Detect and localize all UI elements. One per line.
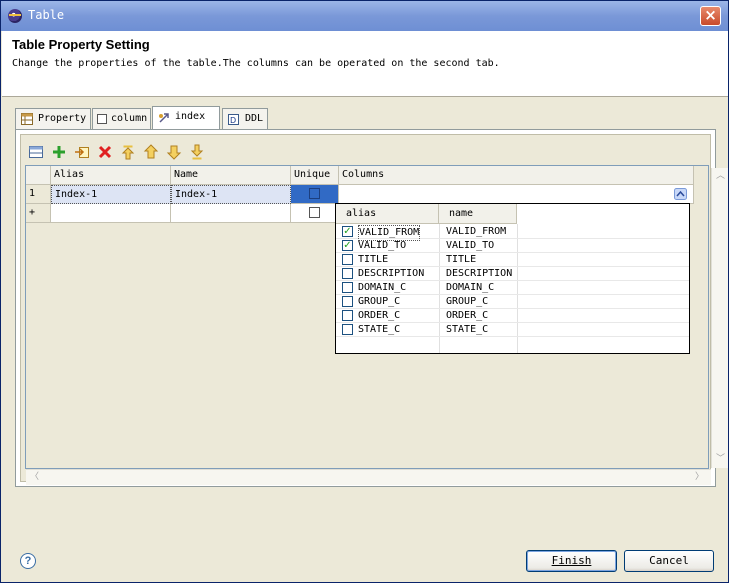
picker-name: VALID_FROM [446,226,507,237]
checkbox-icon [97,114,107,124]
picker-name: VALID_TO [446,240,495,251]
picker-checkbox[interactable] [342,254,353,265]
picker-alias: TITLE [358,254,389,265]
new-row-marker[interactable]: + [26,204,51,223]
move-down-icon[interactable] [165,143,183,161]
tab-property[interactable]: Property [15,108,91,129]
cancel-button[interactable]: Cancel [624,550,714,572]
picker-row[interactable]: DESCRIPTION DESCRIPTION [336,267,689,281]
unique-cell[interactable] [291,185,339,204]
picker-name: STATE_C [446,324,489,335]
dialog-header: Table Property Setting Change the proper… [2,31,728,97]
tab-index[interactable]: index [152,106,220,130]
page-title: Table Property Setting [12,37,150,52]
vertical-scrollbar[interactable]: ︿ ﹀ [711,168,728,468]
picker-checkbox[interactable] [342,268,353,279]
alias-cell[interactable] [51,204,171,223]
picker-alias: DESCRIPTION [358,268,425,279]
row-number: 1 [26,185,51,204]
horizontal-scrollbar[interactable]: 〈 〉 [26,469,711,485]
picker-row[interactable]: VALID_FROMVALID_FROM [336,225,689,241]
add-icon[interactable] [50,143,68,161]
help-icon[interactable]: ? [20,553,36,569]
picker-checkbox[interactable] [342,226,353,237]
picker-row[interactable]: VALID_TO VALID_TO [336,239,689,253]
picker-row[interactable]: DOMAIN_C DOMAIN_C [336,281,689,295]
close-icon[interactable]: × [700,6,721,26]
column-header-columns[interactable]: Columns [339,166,694,185]
alias-cell[interactable]: Index-1 [51,185,171,204]
picker-alias: VALID_TO [358,240,407,251]
finish-button-label: Finish [551,554,592,567]
eclipse-app-icon [8,9,22,23]
picker-row[interactable]: ORDER_C ORDER_C [336,309,689,323]
move-top-icon[interactable] [119,143,137,161]
unique-checkbox[interactable] [309,187,320,199]
picker-header-name[interactable]: name [439,204,517,224]
unique-cell[interactable] [291,204,339,223]
tab-label: DDL [245,113,264,124]
ddl-icon: D [228,114,239,125]
page-description: Change the properties of the table.The c… [12,58,500,69]
table-view-icon[interactable] [27,143,45,161]
picker-checkbox[interactable] [342,324,353,335]
picker-alias: STATE_C [358,324,401,335]
picker-checkbox[interactable] [342,310,353,321]
picker-alias: DOMAIN_C [358,282,407,293]
window-title: Table [28,8,65,22]
tab-label: column [111,113,148,124]
column-header-alias[interactable]: Alias [51,166,171,185]
picker-checkbox[interactable] [342,296,353,307]
picker-name: DESCRIPTION [446,268,513,279]
picker-name: TITLE [446,254,477,265]
picker-header-alias[interactable]: alias [336,204,439,224]
picker-alias: GROUP_C [358,296,401,307]
tab-ddl[interactable]: D DDL [222,108,268,129]
scroll-left-icon[interactable]: 〈 [30,472,39,482]
column-header-unique[interactable]: Unique [291,166,339,185]
move-bottom-icon[interactable] [188,143,206,161]
scroll-down-icon[interactable]: ﹀ [716,454,725,464]
name-cell[interactable] [171,204,291,223]
index-icon [159,113,169,123]
column-header-name[interactable]: Name [171,166,291,185]
picker-row[interactable]: TITLE TITLE [336,253,689,267]
scroll-up-icon[interactable]: ︿ [716,171,725,181]
row-header-corner [26,166,51,185]
columns-cell[interactable] [339,185,694,204]
delete-icon[interactable] [96,143,114,161]
tab-column[interactable]: column [92,108,151,129]
move-up-icon[interactable] [142,143,160,161]
tab-label: Property [38,113,87,124]
unique-checkbox[interactable] [309,206,320,218]
picker-row[interactable]: GROUP_C GROUP_C [336,295,689,309]
picker-name: ORDER_C [446,310,489,321]
scroll-right-icon[interactable]: 〉 [695,472,704,482]
picker-checkbox[interactable] [342,240,353,251]
column-picker-dropdown[interactable]: alias name VALID_FROMVALID_FROMVALID_TOV… [335,203,690,354]
table-icon [21,113,33,125]
picker-checkbox[interactable] [342,282,353,293]
name-cell[interactable]: Index-1 [171,185,291,204]
title-bar[interactable]: Table × [1,1,728,31]
picker-row[interactable]: STATE_C STATE_C [336,323,689,337]
import-icon[interactable] [73,143,91,161]
dialog-window: Table × Table Property Setting Change th… [0,0,729,583]
picker-name: GROUP_C [446,296,489,307]
svg-text:D: D [230,116,236,125]
tab-label: index [175,111,206,122]
picker-name: DOMAIN_C [446,282,495,293]
finish-button[interactable]: Finish [526,550,617,572]
chevron-up-icon[interactable] [674,188,687,200]
picker-alias: ORDER_C [358,310,401,321]
